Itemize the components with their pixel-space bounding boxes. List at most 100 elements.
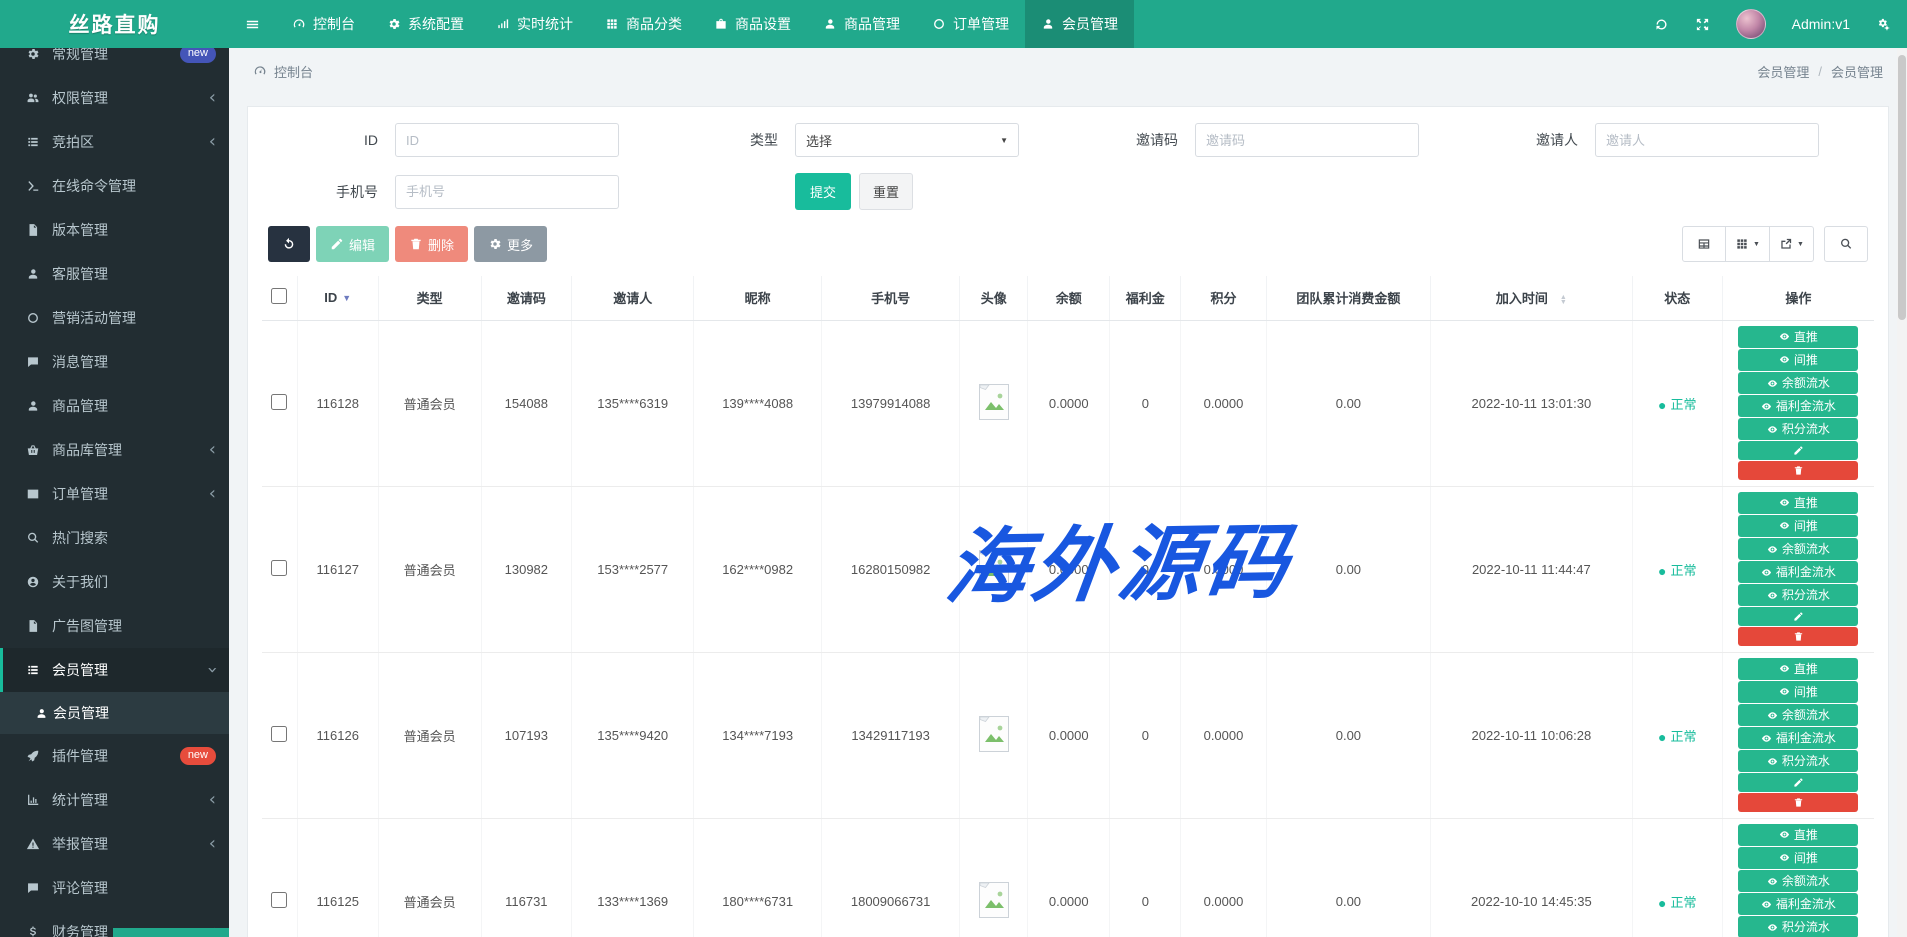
page-scrollbar[interactable]	[1897, 48, 1907, 937]
submit-button[interactable]: 提交	[795, 173, 851, 210]
sidebar-item-product-mgmt[interactable]: 商品管理	[0, 384, 229, 428]
col-header-id[interactable]: ID▼	[297, 276, 378, 320]
sidebar-item-auction-zone[interactable]: 竞拍区‹	[0, 120, 229, 164]
eye-icon	[1767, 590, 1778, 601]
delete-row-button[interactable]	[1738, 627, 1858, 646]
welfare-flow-button[interactable]: 福利金流水	[1738, 395, 1858, 417]
nav-item-product-mgmt[interactable]: 商品管理	[807, 0, 916, 48]
sidebar-item-customer-service-mgmt[interactable]: 客服管理	[0, 252, 229, 296]
sidebar-item-plugin-mgmt[interactable]: 插件管理new	[0, 734, 229, 778]
invite-code-filter-input[interactable]	[1195, 123, 1419, 157]
breadcrumb-section[interactable]: 控制台	[274, 62, 313, 81]
sidebar-item-about-us[interactable]: 关于我们	[0, 560, 229, 604]
indirect-referral-button[interactable]: 间推	[1738, 681, 1858, 703]
sidebar-item-permission-mgmt[interactable]: 权限管理‹	[0, 76, 229, 120]
welfare-flow-button[interactable]: 福利金流水	[1738, 727, 1858, 749]
search-toggle-button[interactable]	[1824, 226, 1868, 262]
delete-row-button[interactable]	[1738, 461, 1858, 480]
row-checkbox[interactable]	[271, 560, 287, 576]
sidebar-item-general-mgmt[interactable]: 常规管理new	[0, 48, 229, 76]
fullscreen-icon[interactable]	[1695, 17, 1710, 32]
cell-team: 0.00	[1266, 486, 1430, 652]
reset-button[interactable]: 重置	[859, 173, 913, 210]
direct-referral-button[interactable]: 直推	[1738, 824, 1858, 846]
trash-icon	[409, 237, 423, 251]
breadcrumb-current[interactable]: 会员管理	[1831, 62, 1883, 81]
inviter-filter-input[interactable]	[1595, 123, 1819, 157]
nav-item-member-mgmt[interactable]: 会员管理	[1025, 0, 1134, 48]
type-filter-select[interactable]: 选择 ▼	[795, 123, 1019, 157]
sidebar-item-report-mgmt[interactable]: 举报管理‹	[0, 822, 229, 866]
scrollbar-thumb[interactable]	[1898, 55, 1906, 320]
points-flow-button[interactable]: 积分流水	[1738, 418, 1858, 440]
sidebar-item-version-mgmt[interactable]: 版本管理	[0, 208, 229, 252]
refresh-button[interactable]	[268, 226, 310, 262]
delete-button[interactable]: 删除	[395, 226, 468, 262]
sidebar-item-ad-image-mgmt[interactable]: 广告图管理	[0, 604, 229, 648]
sidebar-toggle-button[interactable]	[229, 0, 276, 48]
sidebar-item-message-mgmt[interactable]: 消息管理	[0, 340, 229, 384]
invite-code-filter-label: 邀请码	[1068, 130, 1195, 150]
delete-row-button[interactable]	[1738, 793, 1858, 812]
direct-referral-button[interactable]: 直推	[1738, 326, 1858, 348]
chevron-down-icon: ‹	[203, 666, 221, 673]
export-button[interactable]: ▼	[1770, 226, 1814, 262]
points-flow-button[interactable]: 积分流水	[1738, 916, 1858, 937]
sidebar-item-comment-mgmt[interactable]: 评论管理	[0, 866, 229, 910]
nav-item-product-category[interactable]: 商品分类	[589, 0, 698, 48]
sidebar-item-product-library-mgmt[interactable]: 商品库管理‹	[0, 428, 229, 472]
balance-flow-button[interactable]: 余额流水	[1738, 870, 1858, 892]
select-all-checkbox[interactable]	[271, 288, 287, 304]
welfare-flow-button[interactable]: 福利金流水	[1738, 893, 1858, 915]
sidebar-item-member-mgmt[interactable]: 会员管理‹	[0, 648, 229, 692]
balance-flow-button[interactable]: 余额流水	[1738, 704, 1858, 726]
sidebar-subitem-member-mgmt[interactable]: 会员管理	[0, 692, 229, 734]
edit-button[interactable]: 编辑	[316, 226, 389, 262]
avatar-broken-image	[979, 408, 1009, 423]
cell-avatar	[960, 320, 1028, 486]
admin-username[interactable]: Admin:v1	[1792, 16, 1850, 32]
sidebar-item-online-command-mgmt[interactable]: 在线命令管理	[0, 164, 229, 208]
nav-item-product-settings[interactable]: 商品设置	[698, 0, 807, 48]
sort-desc-icon: ▼	[342, 293, 351, 303]
nav-item-console[interactable]: 控制台	[276, 0, 371, 48]
edit-row-button[interactable]	[1738, 441, 1858, 460]
settings-gears-icon[interactable]	[1876, 17, 1891, 32]
indirect-referral-button[interactable]: 间推	[1738, 349, 1858, 371]
avatar[interactable]	[1736, 9, 1766, 39]
cell-nickname: 162****0982	[694, 486, 821, 652]
sidebar-item-hot-search[interactable]: 热门搜索	[0, 516, 229, 560]
row-checkbox[interactable]	[271, 726, 287, 742]
balance-flow-button[interactable]: 余额流水	[1738, 372, 1858, 394]
edit-row-button[interactable]	[1738, 773, 1858, 792]
gear-icon	[20, 48, 46, 61]
pencil-icon	[1793, 777, 1804, 788]
welfare-flow-button[interactable]: 福利金流水	[1738, 561, 1858, 583]
indirect-referral-button[interactable]: 间推	[1738, 847, 1858, 869]
indirect-referral-button[interactable]: 间推	[1738, 515, 1858, 537]
type-filter-label: 类型	[668, 130, 795, 150]
sidebar-item-statistics-mgmt[interactable]: 统计管理‹	[0, 778, 229, 822]
row-checkbox[interactable]	[271, 892, 287, 908]
id-filter-input[interactable]	[395, 123, 619, 157]
more-button[interactable]: 更多	[474, 226, 547, 262]
cell-welfare: 0	[1110, 320, 1181, 486]
sidebar-item-order-mgmt[interactable]: 订单管理‹	[0, 472, 229, 516]
sidebar-item-marketing-activity-mgmt[interactable]: 营销活动管理	[0, 296, 229, 340]
direct-referral-button[interactable]: 直推	[1738, 658, 1858, 680]
direct-referral-button[interactable]: 直推	[1738, 492, 1858, 514]
columns-button[interactable]: ▼	[1726, 226, 1770, 262]
row-checkbox[interactable]	[271, 394, 287, 410]
nav-item-realtime-stats[interactable]: 实时统计	[480, 0, 589, 48]
phone-filter-input[interactable]	[395, 175, 619, 209]
edit-row-button[interactable]	[1738, 607, 1858, 626]
clear-cache-icon[interactable]	[1654, 17, 1669, 32]
col-header-time[interactable]: 加入时间▲▼	[1431, 276, 1633, 320]
balance-flow-button[interactable]: 余额流水	[1738, 538, 1858, 560]
toggle-view-button[interactable]	[1682, 226, 1726, 262]
nav-item-system-config[interactable]: 系统配置	[371, 0, 480, 48]
nav-item-order-mgmt[interactable]: 订单管理	[916, 0, 1025, 48]
points-flow-button[interactable]: 积分流水	[1738, 584, 1858, 606]
breadcrumb-parent[interactable]: 会员管理	[1757, 62, 1809, 81]
points-flow-button[interactable]: 积分流水	[1738, 750, 1858, 772]
